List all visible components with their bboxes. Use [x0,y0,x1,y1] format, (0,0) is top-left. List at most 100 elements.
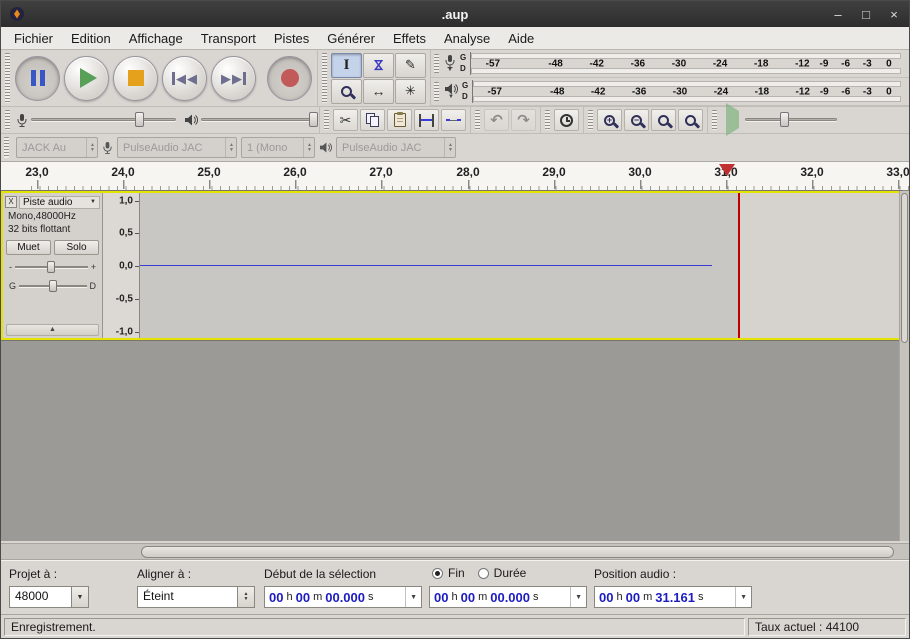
toolbar-grabber[interactable] [322,53,327,103]
gain-slider[interactable]: - + [9,259,96,274]
toolbar-grabber[interactable] [588,110,593,130]
spinner-down-icon[interactable]: ▼ [448,148,453,153]
menu-item-affichage[interactable]: Affichage [120,28,192,49]
menu-item-effets[interactable]: Effets [384,28,435,49]
toolbar-grabber[interactable] [5,53,10,103]
spinner-down-icon[interactable]: ▼ [229,148,234,153]
envelope-tool-button[interactable]: ⋈ [363,53,394,78]
minimize-button[interactable]: – [831,7,845,22]
toolbar-grabber[interactable] [324,110,329,130]
pause-button[interactable] [15,56,60,101]
toolbar-grabber[interactable] [712,110,717,130]
skip-to-start-button[interactable]: ◀◀ [162,56,207,101]
skip-to-end-button[interactable]: ▶▶ [211,56,256,101]
end-radio-label[interactable]: Fin [448,566,465,580]
titlebar[interactable]: .aup – □ × [1,1,909,27]
redo-button[interactable]: ↷ [511,109,536,131]
mute-button[interactable]: Muet [6,240,51,255]
record-button[interactable] [267,56,312,101]
menu-item-generer[interactable]: Générer [318,28,384,49]
length-radio[interactable] [478,568,489,579]
fit-selection-button[interactable] [651,109,676,131]
zoom-in-button[interactable]: + [597,109,622,131]
audio-position-field[interactable]: 00h 00m 31.161s ▼ [594,586,752,608]
trim-audio-button[interactable] [414,109,439,131]
undo-button[interactable]: ↶ [484,109,509,131]
dropdown-icon[interactable]: ▼ [735,587,747,607]
timeline-ruler[interactable]: 23,0 24,0 25,0 26,0 27,0 28,0 29,0 30,0 … [1,162,909,191]
draw-tool-button[interactable]: ✎ [395,53,426,78]
toolbar-grabber[interactable] [545,110,550,130]
zoom-out-button[interactable]: − [624,109,649,131]
end-minutes[interactable]: 00 [461,590,475,605]
pan-slider[interactable]: G D [9,278,96,293]
slider-thumb[interactable] [780,112,789,127]
slider-thumb[interactable] [135,112,144,127]
track-collapse-button[interactable]: ▲ [6,324,99,336]
toolbar-grabber[interactable] [434,82,439,101]
project-rate-select[interactable]: 48000 ▼ [9,586,89,608]
paste-button[interactable] [387,109,412,131]
toolbar-grabber[interactable] [434,54,439,73]
track-canvas[interactable]: X Piste audio ▼ Mono,48000Hz 32 bits flo… [1,191,909,541]
playback-meter[interactable]: ▼ GD -57 -48 -42 -36 -30 -24 -18 -12 [431,78,909,106]
recording-channels-select[interactable]: 1 (Mono ▲▼ [241,137,315,158]
spinner-down-icon[interactable]: ▼ [90,148,95,153]
toolbar-grabber[interactable] [4,137,9,158]
horizontal-scrollbar-thumb[interactable] [141,546,894,558]
menu-item-aide[interactable]: Aide [499,28,543,49]
slider-thumb[interactable] [49,280,57,292]
recording-meter[interactable]: ▼ GD -57 -48 -42 -36 -30 -24 -18 -12 [431,50,909,78]
track-close-button[interactable]: X [5,196,17,208]
timeshift-tool-button[interactable]: ↔ [363,79,394,104]
solo-button[interactable]: Solo [54,240,99,255]
slider-thumb[interactable] [47,261,55,273]
audio-host-select[interactable]: JACK Au ▲▼ [16,137,98,158]
menu-item-fichier[interactable]: Fichier [5,28,62,49]
dropdown-icon[interactable]: ▼ [570,587,582,607]
stop-button[interactable] [113,56,158,101]
end-radio[interactable] [432,568,443,579]
spinner-down-icon[interactable]: ▼ [307,148,312,153]
position-hours[interactable]: 00 [599,590,613,605]
horizontal-scrollbar[interactable] [1,543,909,560]
close-button[interactable]: × [887,7,901,22]
vertical-scrollbar[interactable] [899,191,909,541]
fit-project-button[interactable] [678,109,703,131]
menu-item-pistes[interactable]: Pistes [265,28,318,49]
play-button[interactable] [64,56,109,101]
track-name-menu[interactable]: Piste audio ▼ [19,196,100,209]
maximize-button[interactable]: □ [859,7,873,22]
silence-audio-button[interactable] [441,109,466,131]
end-hours[interactable]: 00 [434,590,448,605]
copy-button[interactable] [360,109,385,131]
zoom-tool-button[interactable] [331,79,362,104]
snap-to-select[interactable]: Éteint ▲▼ [137,586,255,608]
vertical-ruler[interactable]: 1,0 0,5 0,0 -0,5 -1,0 [103,193,140,338]
cut-button[interactable]: ✂ [333,109,358,131]
position-minutes[interactable]: 00 [626,590,640,605]
waveform-area[interactable] [140,193,900,338]
play-at-speed-button[interactable] [720,111,745,129]
selection-tool-button[interactable]: I [331,53,362,78]
menu-item-edition[interactable]: Edition [62,28,120,49]
start-hours[interactable]: 00 [269,590,283,605]
dropdown-icon[interactable]: ▼ [405,587,417,607]
start-minutes[interactable]: 00 [296,590,310,605]
multi-tool-button[interactable]: ✳ [395,79,426,104]
meter-dropdown-icon[interactable]: ▼ [448,95,454,100]
selection-end-field[interactable]: 00h 00m 00.000s ▼ [429,586,587,608]
toolbar-grabber[interactable] [5,110,10,130]
playback-speed-slider[interactable] [745,112,837,128]
start-seconds[interactable]: 00.000 [325,590,365,605]
output-volume-slider[interactable] [201,112,316,128]
sync-lock-button[interactable] [554,109,579,131]
menu-item-analyse[interactable]: Analyse [435,28,499,49]
selection-start-field[interactable]: 00h 00m 00.000s ▼ [264,586,422,608]
length-radio-label[interactable]: Durée [494,566,527,580]
audio-track[interactable]: X Piste audio ▼ Mono,48000Hz 32 bits flo… [1,191,902,340]
playhead-marker[interactable] [719,164,735,176]
slider-thumb[interactable] [309,112,318,127]
playback-device-select[interactable]: PulseAudio JAC ▲▼ [336,137,456,158]
end-seconds[interactable]: 00.000 [490,590,530,605]
